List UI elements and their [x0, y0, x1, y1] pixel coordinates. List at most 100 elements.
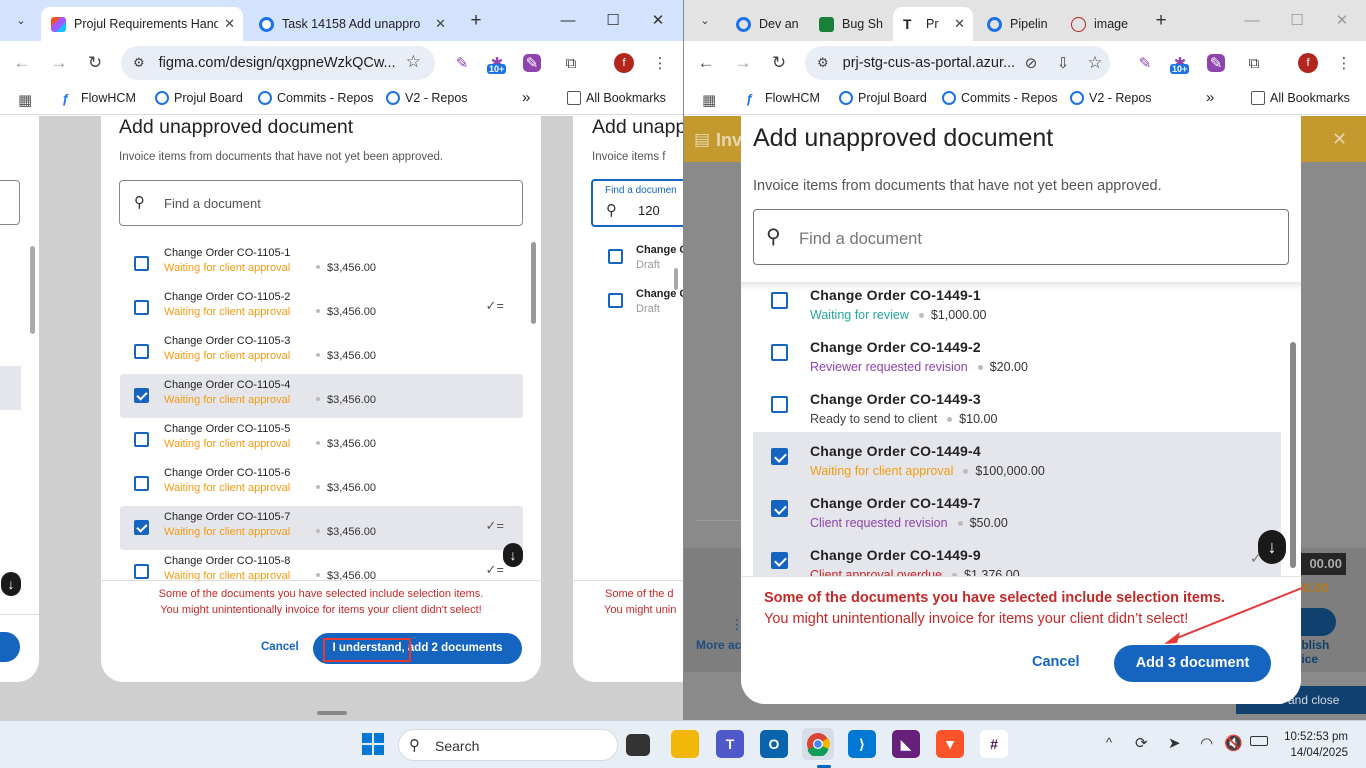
reload-icon[interactable]: ↻: [84, 52, 106, 74]
list-item[interactable]: Change Order CO-1449-2 Reviewer requested…: [753, 328, 1281, 380]
extensions-puzzle-icon[interactable]: ⧉: [1243, 52, 1265, 74]
no-tracking-icon[interactable]: ⊘: [1020, 52, 1042, 74]
forward-icon[interactable]: →: [732, 52, 754, 74]
more-actions-button[interactable]: More ac: [696, 638, 741, 652]
close-icon[interactable]: ✕: [1332, 129, 1347, 150]
all-bookmarks[interactable]: All Bookmarks: [1251, 91, 1350, 105]
show-hidden-icons[interactable]: ^: [1106, 735, 1112, 750]
brave-icon[interactable]: ▼: [936, 730, 964, 758]
bookmark-commits-repos[interactable]: Commits - Repos: [942, 91, 1058, 105]
checkbox[interactable]: [771, 500, 788, 517]
bookmark-v2-repos[interactable]: V2 - Repos: [386, 91, 468, 105]
tab-dev[interactable]: Dev an: [726, 7, 806, 41]
checkbox[interactable]: [771, 396, 788, 413]
pen-extension-icon[interactable]: ✎: [1207, 54, 1225, 72]
all-bookmarks[interactable]: All Bookmarks: [567, 91, 666, 105]
clock[interactable]: 10:52:53 pm 14/04/2025: [1280, 729, 1348, 761]
cancel-button[interactable]: Cancel: [261, 641, 299, 653]
battery-icon[interactable]: [1250, 736, 1268, 746]
visual-studio-icon[interactable]: ◣: [892, 730, 920, 758]
menu-kebab-icon[interactable]: ⋮: [1333, 52, 1355, 74]
close-window-icon[interactable]: ✕: [1331, 10, 1353, 32]
more-bookmarks-icon[interactable]: »: [522, 89, 530, 106]
search-input[interactable]: ⚲ Find a document: [119, 180, 523, 226]
reload-icon[interactable]: ↻: [768, 52, 790, 74]
apps-grid-icon[interactable]: ▦: [702, 91, 716, 109]
site-info-icon[interactable]: ⚙: [133, 55, 145, 71]
tab-search-icon[interactable]: ⌄: [10, 10, 32, 32]
maximize-icon[interactable]: ☐: [1286, 10, 1308, 32]
tab-projul-requirements[interactable]: Projul Requirements Hand ✕: [41, 7, 243, 41]
task-view-icon[interactable]: [626, 734, 650, 756]
minimize-icon[interactable]: —: [1241, 10, 1263, 32]
tab-task-14158[interactable]: Task 14158 Add unappro ✕: [249, 7, 454, 41]
apps-grid-icon[interactable]: ▦: [18, 91, 32, 109]
minimize-icon[interactable]: —: [557, 10, 579, 32]
site-info-icon[interactable]: ⚙: [817, 55, 829, 71]
checkbox[interactable]: [771, 292, 788, 309]
add-documents-button[interactable]: Add 3 document: [1114, 645, 1271, 682]
wifi-icon[interactable]: ◠: [1200, 734, 1213, 752]
list-item[interactable]: Change Order CO-1449-4 Waiting for client…: [753, 432, 1281, 484]
install-app-icon[interactable]: ⇩: [1052, 52, 1074, 74]
bookmark-star-icon[interactable]: ☆: [1084, 52, 1106, 74]
windows-start-icon[interactable]: [359, 730, 387, 758]
bookmark-flowhcm[interactable]: ƒ FlowHCM: [746, 91, 820, 106]
tab-projul[interactable]: T Pr ✕: [893, 7, 973, 41]
new-tab-icon[interactable]: +: [1150, 10, 1172, 32]
vscode-icon[interactable]: ⟩: [848, 730, 876, 758]
location-icon[interactable]: ➤: [1168, 734, 1181, 752]
volume-muted-icon[interactable]: 🔇: [1224, 734, 1243, 752]
tab-search-icon[interactable]: ⌄: [694, 10, 716, 32]
search-input[interactable]: ⚲ Find a document: [753, 209, 1289, 265]
outlook-icon[interactable]: O: [760, 730, 788, 758]
cancel-button[interactable]: Cancel: [1032, 654, 1080, 670]
bookmark-projul-board[interactable]: Projul Board: [155, 91, 243, 105]
tab-bug-sheet[interactable]: Bug Sh: [809, 7, 889, 41]
bookmark-commits-repos[interactable]: Commits - Repos: [258, 91, 374, 105]
back-icon[interactable]: ←: [695, 52, 717, 74]
scroll-down-button[interactable]: ↓: [1258, 530, 1286, 564]
slack-icon[interactable]: #: [980, 730, 1008, 758]
taskbar-search[interactable]: ⚲ Search: [398, 729, 618, 761]
sync-icon[interactable]: ⟳: [1135, 734, 1148, 752]
maximize-icon[interactable]: ☐: [602, 10, 624, 32]
address-bar[interactable]: ⚙ figma.com/design/qxgpneWzkQCw... ☆: [121, 46, 435, 80]
bookmark-star-icon[interactable]: ☆: [406, 52, 421, 72]
bookmark-v2-repos[interactable]: V2 - Repos: [1070, 91, 1152, 105]
back-icon[interactable]: ←: [11, 52, 33, 74]
checkbox[interactable]: [771, 448, 788, 465]
list-item[interactable]: Change Order CO-1449-7 Client requested r…: [753, 484, 1281, 536]
extensions-puzzle-icon[interactable]: ⧉: [560, 52, 582, 74]
chrome-icon[interactable]: [802, 728, 834, 760]
new-tab-icon[interactable]: +: [465, 10, 487, 32]
tab-pipelines[interactable]: Pipelin: [977, 7, 1061, 41]
checkbox[interactable]: [771, 552, 788, 569]
tab-image[interactable]: image: [1061, 7, 1141, 41]
close-tab-icon[interactable]: ✕: [954, 16, 965, 32]
menu-kebab-icon[interactable]: ⋮: [649, 52, 671, 74]
more-bookmarks-icon[interactable]: »: [1206, 89, 1214, 106]
profile-avatar[interactable]: f: [1298, 53, 1318, 73]
list-scrollbar[interactable]: [1290, 342, 1296, 568]
close-window-icon[interactable]: ✕: [647, 10, 669, 32]
canvas-scroll-handle[interactable]: [317, 711, 347, 715]
forward-icon[interactable]: →: [48, 52, 70, 74]
checkbox[interactable]: [771, 344, 788, 361]
partial-button[interactable]: [0, 632, 20, 662]
profile-avatar[interactable]: f: [614, 53, 634, 73]
checkbox[interactable]: [134, 256, 149, 271]
close-tab-icon[interactable]: ✕: [435, 16, 446, 32]
pen-extension-icon[interactable]: ✎: [523, 54, 541, 72]
list-item[interactable]: Change Order CO-1449-3 Ready to send to c…: [753, 380, 1281, 432]
list-item[interactable]: Change Order CO-1105-1 Waiting for client…: [120, 242, 523, 286]
teams-icon[interactable]: T: [716, 730, 744, 758]
file-explorer-icon[interactable]: [671, 730, 699, 758]
checkbox[interactable]: [608, 249, 623, 264]
list-item[interactable]: Change Order CO-1449-9 Client approval ov…: [753, 536, 1281, 576]
quill-extension-icon[interactable]: ✎: [451, 52, 473, 74]
close-tab-icon[interactable]: ✕: [224, 16, 235, 32]
search-input[interactable]: Find a documen ⚲ 120: [591, 179, 683, 227]
bookmark-flowhcm[interactable]: ƒ FlowHCM: [62, 91, 136, 106]
quill-extension-icon[interactable]: ✎: [1134, 52, 1156, 74]
